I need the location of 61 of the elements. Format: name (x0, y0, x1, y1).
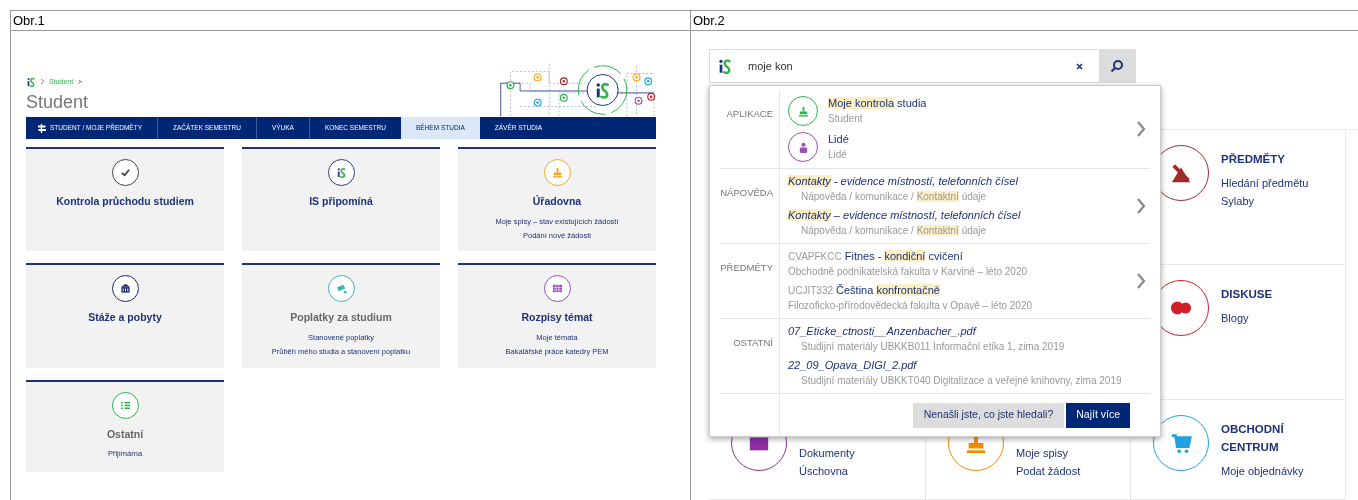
stamp-icon (551, 167, 563, 178)
chevron-icon[interactable] (1136, 121, 1146, 137)
logo-icon[interactable] (717, 58, 733, 74)
result-link[interactable]: Lidé (828, 132, 849, 147)
tile-title[interactable]: IS připomíná (309, 194, 373, 210)
chevron-icon (40, 78, 45, 86)
search-field[interactable]: moje kon (709, 49, 1136, 83)
service-link[interactable]: Dokumenty (799, 445, 855, 461)
service-link[interactable]: Moje objednávky (1221, 463, 1304, 479)
course-code: UCJIT332 (788, 284, 833, 298)
section-label: NÁPOVĚDA (720, 187, 773, 198)
building-icon (119, 283, 131, 295)
chevron-icon[interactable] (1136, 273, 1146, 289)
tile-card[interactable]: IS připomíná (242, 147, 440, 252)
service-link[interactable]: Podat žádost (1016, 463, 1081, 479)
service-link[interactable]: Hledání předmětu (1221, 175, 1309, 191)
page-title: Student (26, 93, 89, 111)
person-icon (797, 141, 809, 153)
chevron-icon[interactable] (1136, 198, 1146, 214)
service-title[interactable]: DISKUSE (1221, 285, 1301, 303)
result-link[interactable]: Čeština konfrontačně (836, 283, 940, 298)
course-code: CVAPFKCC (788, 250, 842, 264)
search-button[interactable] (1099, 50, 1135, 82)
ticket-icon (335, 283, 347, 295)
tile-title[interactable]: Stáže a pobyty (88, 310, 162, 326)
cart-icon (1170, 432, 1192, 454)
tile-title[interactable]: Kontrola průchodu studiem (56, 194, 194, 210)
file-link[interactable]: 22_09_Opava_DIGI_2.pdf (788, 358, 1132, 373)
find-more-button[interactable]: Najít více (1066, 402, 1130, 428)
section-label: PŘEDMĚTY (720, 262, 773, 273)
service-link[interactable]: Moje spisy (1016, 445, 1081, 461)
tile-title[interactable]: Úřadovna (532, 194, 582, 210)
tile-card[interactable]: Stáže a pobyty (26, 263, 224, 368)
logo-icon[interactable] (26, 76, 36, 87)
close-icon[interactable] (1076, 62, 1083, 70)
file-link[interactable]: 07_Eticke_ctnosti__Anzenbacher_.pdf (788, 324, 1132, 339)
logo-icon (335, 167, 347, 178)
tile-title[interactable]: Ostatní (106, 426, 144, 443)
result-link[interactable]: Kontakty - evidence místností, telefonních čísel (788, 174, 1132, 189)
figure-caption: Obr.2 (693, 11, 725, 30)
signpost-icon (38, 123, 46, 133)
service-title[interactable]: PŘEDMĚTY (1221, 150, 1301, 168)
check-icon (119, 167, 131, 178)
service-link[interactable]: Blogy (1221, 310, 1301, 326)
search-icon (1110, 59, 1124, 73)
service-link[interactable]: Úschovna (799, 463, 855, 479)
search-input[interactable]: moje kon (740, 50, 1076, 82)
section-label: APLIKACE (726, 108, 773, 119)
tile-title[interactable]: Rozpisy témat (521, 310, 593, 326)
section-label: OSTATNÍ (733, 337, 773, 348)
tile-card[interactable]: Kontrola průchodu studiem (26, 147, 224, 252)
service-link[interactable]: Sylaby (1221, 193, 1309, 209)
figure-caption: Obr.1 (13, 11, 45, 30)
table-icon (551, 283, 563, 295)
not-found-button[interactable]: Nenašli jste, co jste hledali? (912, 402, 1065, 428)
list-icon (119, 399, 131, 411)
stamp-icon (797, 105, 809, 117)
result-link[interactable]: Fitnes - kondiční cvičení (844, 249, 963, 264)
tile-title[interactable]: Poplatky za studium (290, 310, 392, 326)
result-link[interactable]: Kontakty – evidence místností, telefonních čísel (788, 208, 1132, 223)
service-title[interactable]: OBCHODNÍ CENTRUM (1221, 420, 1301, 456)
